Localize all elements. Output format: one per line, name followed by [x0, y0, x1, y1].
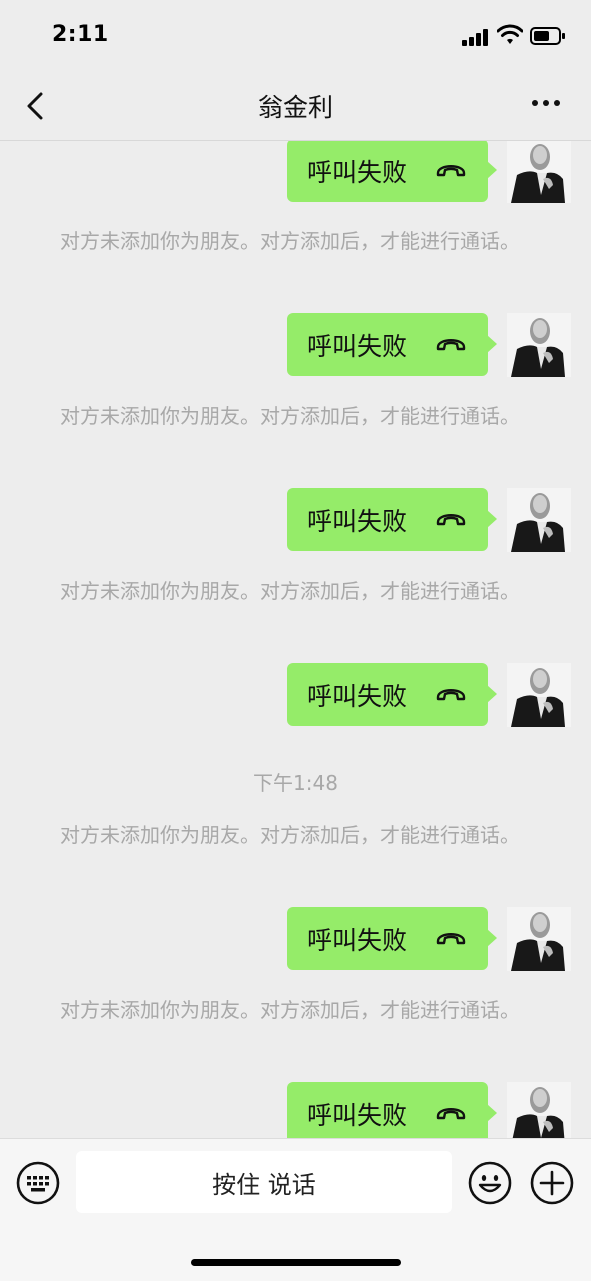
message-timestamp: 下午1:48	[253, 771, 338, 795]
call-status-text: 呼叫失败	[307, 1100, 408, 1130]
call-bubble[interactable]: 呼叫失败	[287, 141, 497, 202]
keyboard-icon[interactable]	[16, 1161, 60, 1205]
avatar[interactable]	[507, 488, 571, 552]
call-bubble[interactable]: 呼叫失败	[287, 907, 497, 970]
system-notice: 对方未添加你为朋友。对方添加后，才能进行通话。	[60, 229, 520, 253]
hang-up-icon	[436, 514, 466, 526]
call-message: 呼叫失败	[0, 141, 591, 203]
battery-icon	[530, 27, 565, 45]
call-message: 呼叫失败	[0, 907, 591, 971]
system-notice: 对方未添加你为朋友。对方添加后，才能进行通话。	[60, 579, 520, 603]
call-bubble[interactable]: 呼叫失败	[287, 313, 497, 376]
emoji-icon[interactable]	[468, 1161, 512, 1205]
avatar[interactable]	[507, 663, 571, 727]
more-icon[interactable]	[528, 96, 564, 110]
call-status-text: 呼叫失败	[307, 681, 408, 711]
system-notice: 对方未添加你为朋友。对方添加后，才能进行通话。	[60, 404, 520, 428]
hang-up-icon	[436, 1108, 466, 1120]
avatar[interactable]	[507, 313, 571, 377]
hang-up-icon	[436, 339, 466, 351]
call-status-text: 呼叫失败	[307, 925, 408, 955]
wifi-icon	[497, 24, 523, 44]
call-message: 呼叫失败	[0, 1082, 591, 1138]
plus-icon[interactable]	[530, 1161, 574, 1205]
home-indicator	[191, 1259, 401, 1266]
call-message: 呼叫失败	[0, 313, 591, 377]
status-bar: 2:11	[0, 0, 591, 70]
chat-message-list[interactable]: 呼叫失败 对方未添加你为朋友。对方添加后，才能进行通话。 呼叫失败 对方未添加你…	[0, 141, 591, 1138]
call-status-text: 呼叫失败	[307, 506, 408, 536]
hang-up-icon	[436, 165, 466, 177]
avatar[interactable]	[507, 907, 571, 971]
hang-up-icon	[436, 689, 466, 701]
chat-title: 翁金利	[257, 93, 333, 122]
call-message: 呼叫失败	[0, 663, 591, 727]
signal-icon	[462, 28, 492, 46]
hang-up-icon	[436, 933, 466, 945]
call-status-text: 呼叫失败	[307, 157, 408, 187]
call-bubble[interactable]: 呼叫失败	[287, 663, 497, 726]
avatar[interactable]	[507, 1082, 571, 1138]
hold-to-talk-button[interactable]: 按住 说话	[76, 1151, 452, 1213]
call-status-text: 呼叫失败	[307, 331, 408, 361]
status-time: 2:11	[52, 22, 109, 47]
call-bubble[interactable]: 呼叫失败	[287, 1082, 497, 1138]
call-message: 呼叫失败	[0, 488, 591, 552]
system-notice: 对方未添加你为朋友。对方添加后，才能进行通话。	[60, 998, 520, 1022]
system-notice: 对方未添加你为朋友。对方添加后，才能进行通话。	[60, 823, 520, 847]
call-bubble[interactable]: 呼叫失败	[287, 488, 497, 551]
nav-bar: 翁金利	[0, 70, 591, 141]
avatar[interactable]	[507, 141, 571, 203]
